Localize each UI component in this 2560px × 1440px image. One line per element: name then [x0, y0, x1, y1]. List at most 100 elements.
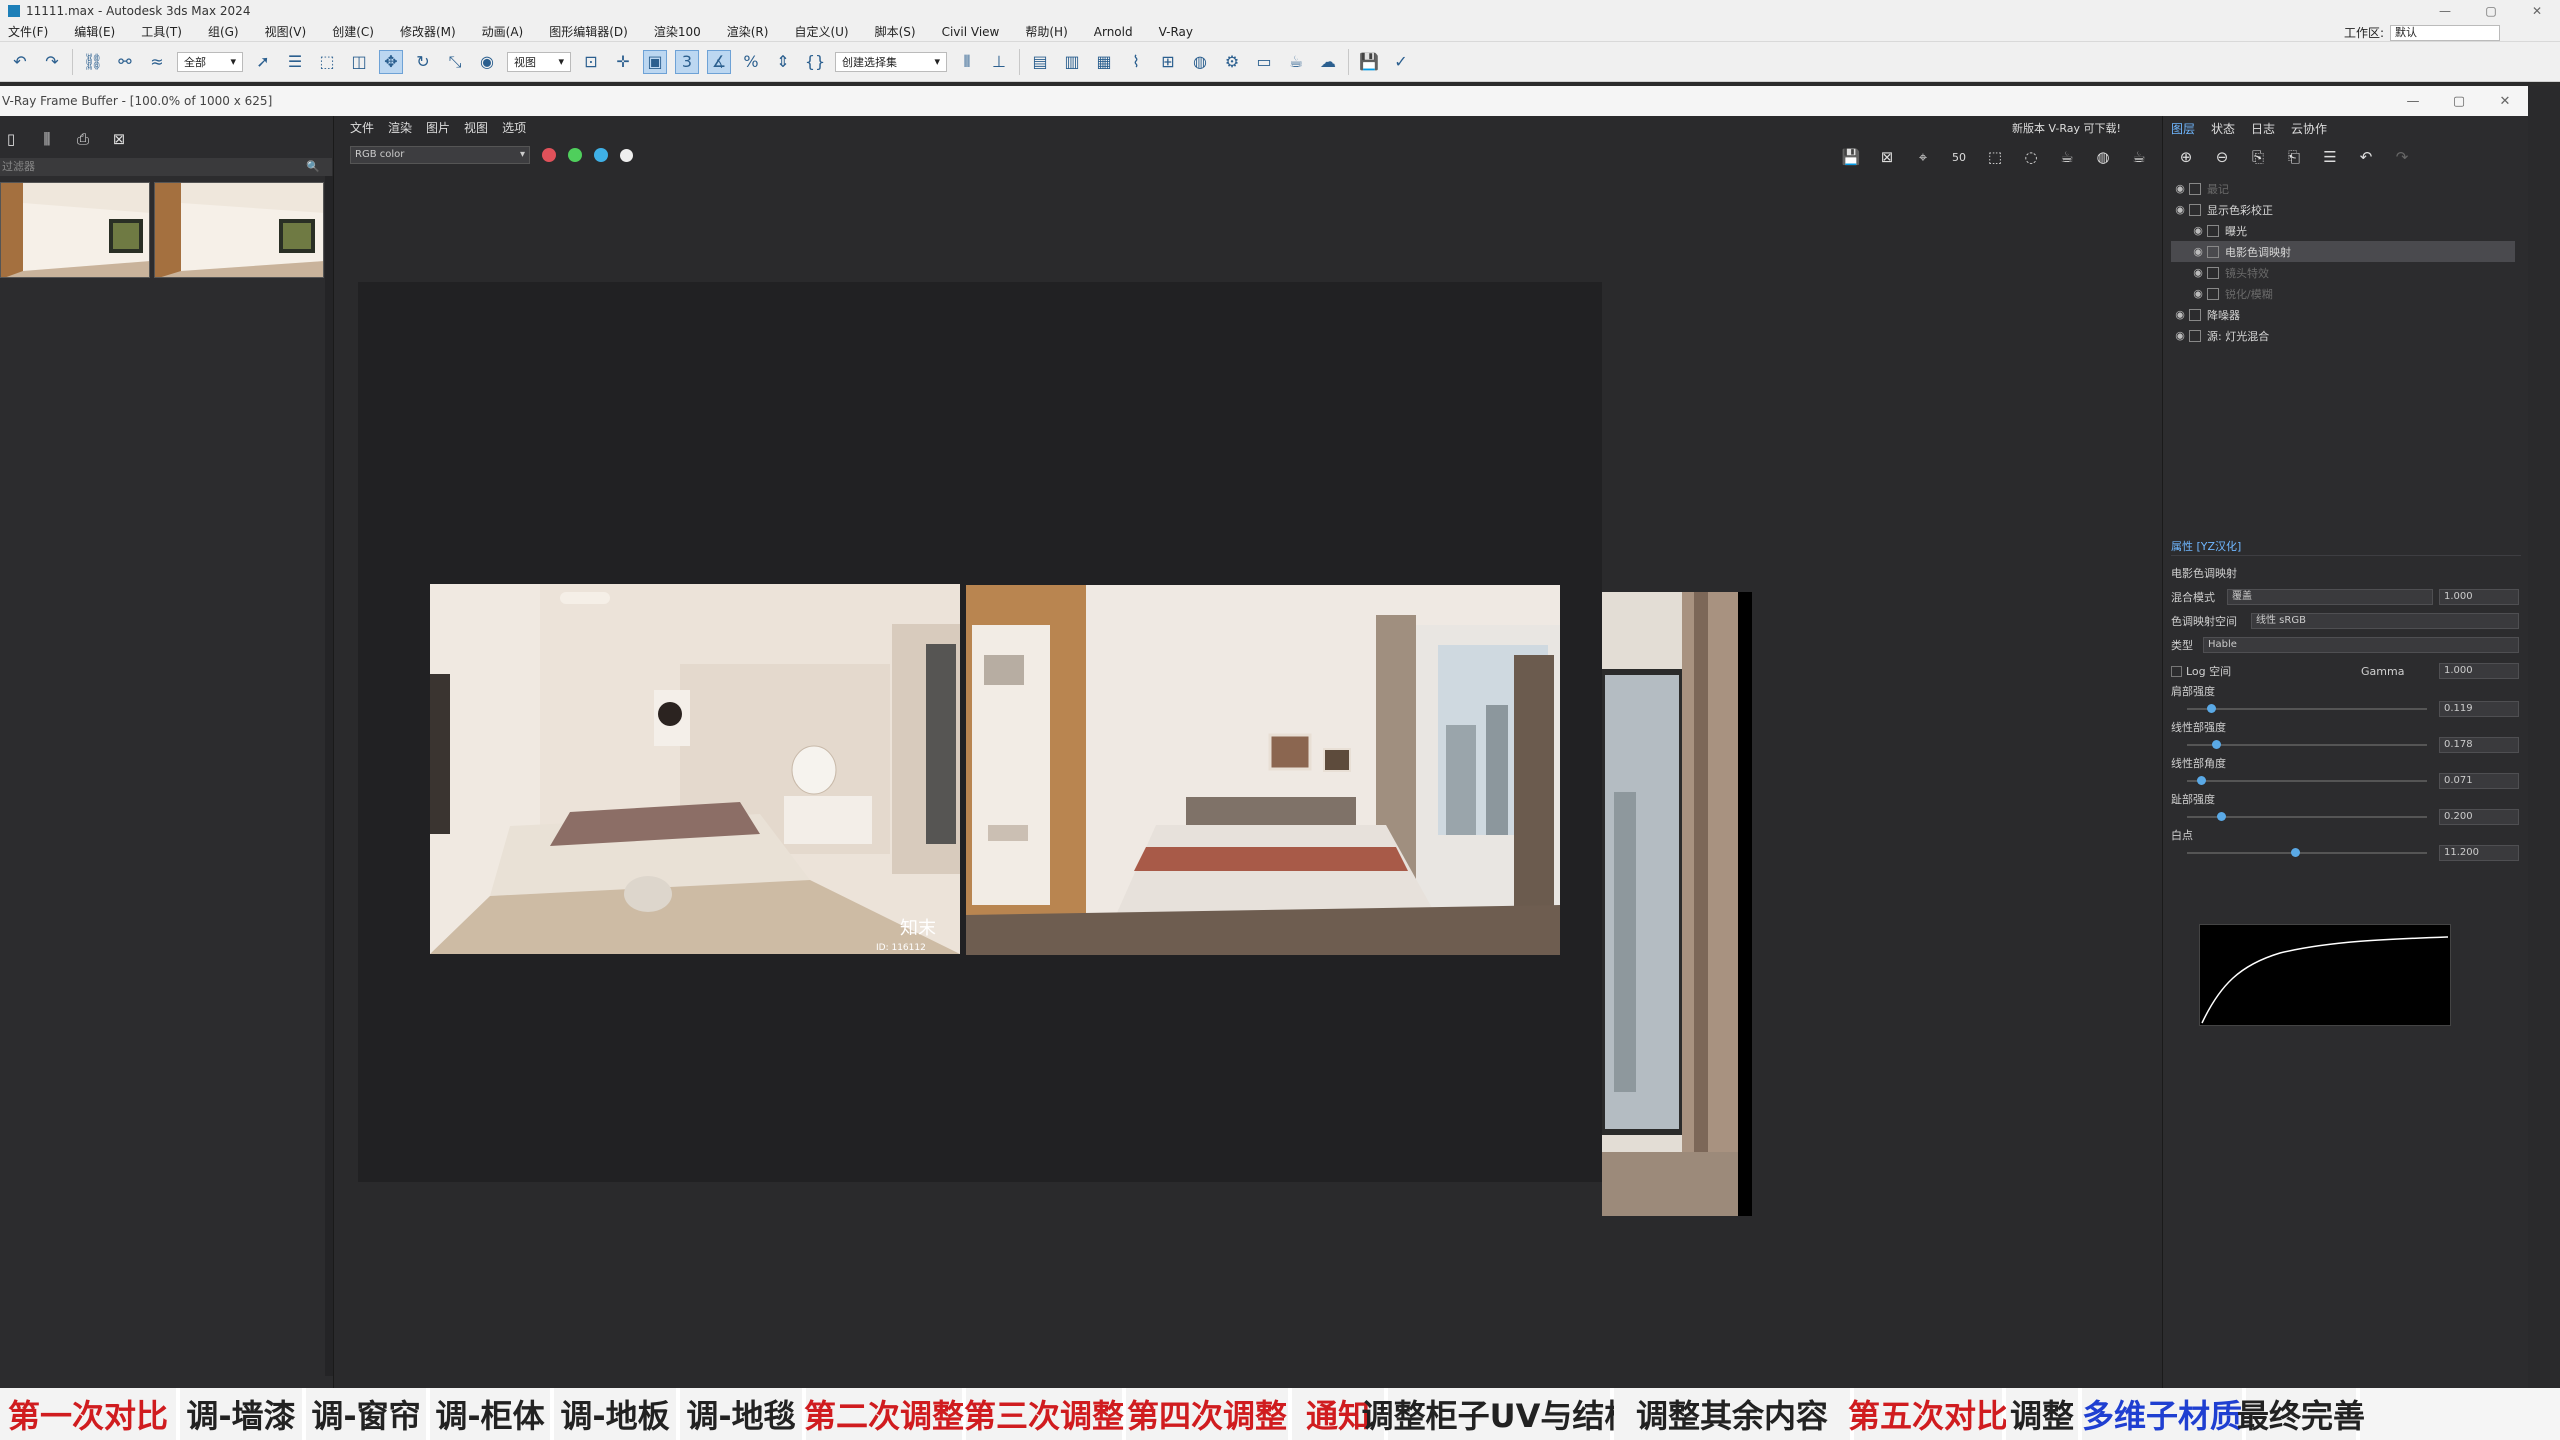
layer-checkbox[interactable] — [2189, 329, 2201, 342]
menu-animation[interactable]: 动画(A) — [482, 23, 524, 40]
named-selection-dropdown[interactable]: 创建选择集 ▾ — [835, 51, 947, 72]
menu-edit[interactable]: 编辑(E) — [74, 23, 115, 40]
eye-icon[interactable]: ◉ — [2189, 266, 2207, 279]
history-filter-input[interactable]: 过滤器 🔍 — [0, 158, 332, 176]
rendered-frame-window-icon[interactable]: ▭ — [1252, 50, 1276, 74]
select-object-icon[interactable]: ➚ — [251, 50, 275, 74]
pivot-center-icon[interactable]: ⊡ — [579, 50, 603, 74]
eye-icon[interactable]: ◉ — [2171, 329, 2189, 342]
vfb-menu-options[interactable]: 选项 — [502, 119, 526, 136]
eye-icon[interactable]: ◉ — [2189, 245, 2207, 258]
region-render-icon[interactable]: ⬚ — [1984, 146, 2006, 168]
snap-toggle-icon[interactable]: 3 — [675, 49, 699, 74]
eye-icon[interactable]: ◉ — [2189, 287, 2207, 300]
ribbon-icon[interactable]: ▦ — [1092, 50, 1116, 74]
render-in-cloud-icon[interactable]: ☁ — [1316, 50, 1340, 74]
white-point-input[interactable]: 11.200 — [2439, 845, 2519, 861]
vfb-maximize-button[interactable]: ▢ — [2436, 86, 2482, 116]
percent-snap-icon[interactable]: % — [739, 50, 763, 74]
gamma-input[interactable]: 1.000 — [2439, 663, 2519, 679]
menu-views[interactable]: 视图(V) — [265, 23, 307, 40]
eye-icon[interactable]: ◉ — [2189, 224, 2207, 237]
red-channel-button[interactable] — [542, 148, 556, 162]
vfb-minimize-button[interactable]: — — [2390, 86, 2436, 116]
layer-checkbox[interactable] — [2207, 245, 2219, 258]
vfb-menu-file[interactable]: 文件 — [350, 119, 374, 136]
zoom-fit-icon[interactable]: 50 — [1948, 146, 1970, 168]
blend-amount-input[interactable]: 1.000 — [2439, 589, 2519, 605]
blend-mode-dropdown[interactable]: 覆盖 — [2227, 589, 2433, 605]
unlink-icon[interactable]: ⚯ — [113, 50, 137, 74]
linear-strength-input[interactable]: 0.178 — [2439, 737, 2519, 753]
load-layers-icon[interactable]: ⎗ — [2283, 146, 2305, 168]
remove-history-icon[interactable]: ⊠ — [108, 128, 130, 150]
shoulder-strength-knob[interactable] — [2207, 704, 2216, 713]
selection-filter-dropdown[interactable]: 全部 ▾ — [177, 51, 243, 72]
redo-icon[interactable]: ↷ — [40, 50, 64, 74]
shoulder-strength-input[interactable]: 0.119 — [2439, 701, 2519, 717]
layer-checkbox[interactable] — [2189, 203, 2201, 216]
clear-image-icon[interactable]: ⊠ — [1876, 146, 1898, 168]
tab-layers[interactable]: 图层 — [2171, 120, 2195, 137]
align-icon[interactable]: ⊥ — [987, 50, 1011, 74]
menu-tools[interactable]: 工具(T) — [141, 23, 182, 40]
menu-customize[interactable]: 自定义(U) — [794, 23, 848, 40]
eye-icon[interactable]: ◉ — [2171, 182, 2189, 195]
layer-checkbox[interactable] — [2189, 308, 2201, 321]
minimize-button[interactable]: — — [2422, 0, 2468, 22]
tab-stats[interactable]: 状态 — [2211, 120, 2235, 137]
linear-angle-input[interactable]: 0.071 — [2439, 773, 2519, 789]
save-file-icon[interactable]: 💾 — [1357, 50, 1381, 74]
select-scale-icon[interactable]: ⤡ — [443, 50, 467, 74]
rect-selection-icon[interactable]: ⬚ — [315, 50, 339, 74]
window-crossing-icon[interactable]: ◫ — [347, 50, 371, 74]
tab-cloud[interactable]: 云协作 — [2291, 120, 2327, 137]
vfb-menu-view[interactable]: 视图 — [464, 119, 488, 136]
linear-strength-slider[interactable] — [2187, 744, 2427, 746]
layer-checkbox[interactable] — [2207, 224, 2219, 237]
maximize-button[interactable]: ▢ — [2468, 0, 2514, 22]
layer-row[interactable]: ◉ 镜头特效 — [2171, 262, 2515, 283]
alpha-channel-button[interactable] — [620, 148, 633, 162]
layer-row[interactable]: ◉ 锐化/模糊 — [2171, 283, 2515, 304]
vfb-menu-image[interactable]: 图片 — [426, 119, 450, 136]
eye-icon[interactable]: ◉ — [2171, 203, 2189, 216]
check-circle-icon[interactable]: ✓ — [1389, 50, 1413, 74]
render-teapot-icon[interactable]: ☕ — [2128, 146, 2150, 168]
curve-editor-icon[interactable]: ⌇ — [1124, 50, 1148, 74]
layer-row[interactable]: ◉ 曝光 — [2171, 220, 2515, 241]
scene-explorer-icon[interactable]: ▤ — [1028, 50, 1052, 74]
undo-icon[interactable]: ↶ — [2355, 146, 2377, 168]
select-by-name-icon[interactable]: ☰ — [283, 50, 307, 74]
track-mouse-icon[interactable]: ⌖ — [1912, 146, 1934, 168]
menu-scripting[interactable]: 脚本(S) — [875, 23, 916, 40]
vfb-close-button[interactable]: ✕ — [2482, 86, 2528, 116]
render-icon[interactable]: ☕ — [2056, 146, 2078, 168]
toe-strength-knob[interactable] — [2216, 812, 2226, 821]
history-panel-toggle-icon[interactable]: ▯ — [0, 128, 22, 150]
history-thumbnail[interactable] — [154, 182, 324, 278]
white-point-knob[interactable] — [2291, 848, 2300, 857]
update-notice-link[interactable]: 新版本 V-Ray 可下载! — [2012, 120, 2121, 136]
layer-row[interactable]: ◉ 源: 灯光混合 — [2171, 325, 2515, 346]
type-dropdown[interactable]: Hable — [2203, 637, 2519, 653]
shoulder-strength-slider[interactable] — [2187, 708, 2427, 710]
layer-checkbox[interactable] — [2207, 266, 2219, 279]
tonemap-space-dropdown[interactable]: 线性 sRGB — [2251, 613, 2519, 629]
linear-strength-knob[interactable] — [2211, 740, 2221, 749]
eye-icon[interactable]: ◉ — [2171, 308, 2189, 321]
menu-arnold[interactable]: Arnold — [1094, 25, 1133, 39]
keyboard-shortcut-override-icon[interactable]: ▣ — [643, 49, 667, 74]
layer-explorer-icon[interactable]: ▥ — [1060, 50, 1084, 74]
render-canvas[interactable]: 知末 ID: 116112 — [358, 282, 1602, 1182]
mirror-icon[interactable]: ⫴ — [955, 50, 979, 74]
redo-icon[interactable]: ↷ — [2391, 146, 2413, 168]
green-channel-button[interactable] — [568, 148, 582, 162]
render-production-icon[interactable]: ☕ — [1284, 50, 1308, 74]
history-scrollbar[interactable] — [325, 176, 333, 1376]
menu-file[interactable]: 文件(F) — [8, 23, 48, 40]
tab-log[interactable]: 日志 — [2251, 120, 2275, 137]
reference-coordinate-dropdown[interactable]: 视图 ▾ — [507, 51, 571, 72]
add-layer-icon[interactable]: ⊕ — [2175, 146, 2197, 168]
linear-angle-knob[interactable] — [2197, 776, 2207, 785]
